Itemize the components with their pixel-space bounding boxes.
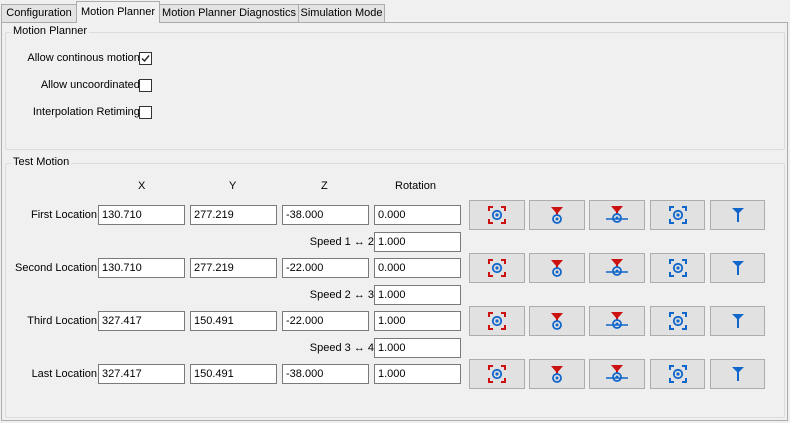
- z-field[interactable]: -22.000: [282, 311, 369, 331]
- z-field[interactable]: -22.000: [282, 258, 369, 278]
- position-tool-icon: [731, 314, 744, 328]
- move-nozzle-safe-z-red-button-third[interactable]: [589, 306, 645, 336]
- position-camera-icon: [668, 365, 687, 383]
- y-field[interactable]: 277.219: [190, 205, 277, 225]
- speed-label: Speed 2 ↔ 3: [309, 289, 374, 301]
- capture-camera-red-button-last[interactable]: [469, 359, 525, 389]
- speed-row-2-3: Speed 2 ↔ 3 1.000: [6, 285, 784, 305]
- speed-label: Speed 3 ↔ 4: [309, 342, 374, 354]
- capture-camera-icon: [488, 312, 506, 330]
- capture-camera-red-button-second[interactable]: [469, 253, 525, 283]
- move-nozzle-safe-z-red-button-first[interactable]: [589, 200, 645, 230]
- rotation-field[interactable]: 0.000: [374, 205, 461, 225]
- x-field[interactable]: 327.417: [98, 364, 185, 384]
- x-field[interactable]: 130.710: [98, 258, 185, 278]
- move-nozzle-icon: [551, 260, 563, 277]
- capture-camera-icon: [488, 259, 506, 277]
- rotation-field[interactable]: 1.000: [374, 364, 461, 384]
- x-field[interactable]: 130.710: [98, 205, 185, 225]
- position-camera-blue-button-third[interactable]: [650, 306, 705, 336]
- speed-label: Speed 1 ↔ 2: [309, 236, 374, 248]
- capture-camera-icon: [488, 365, 506, 383]
- speed-row-3-4: Speed 3 ↔ 4 1.000: [6, 338, 784, 358]
- speed-field[interactable]: 1.000: [374, 232, 461, 252]
- row-label: Second Location: [15, 262, 97, 274]
- position-camera-blue-button-first[interactable]: [650, 200, 705, 230]
- position-tool-icon: [731, 208, 744, 222]
- speed-row-1-2: Speed 1 ↔ 2 1.000: [6, 232, 784, 252]
- interpolation-retiming-label: Interpolation Retiming?: [32, 106, 146, 118]
- move-nozzle-red-button-second[interactable]: [529, 253, 585, 283]
- x-field[interactable]: 327.417: [98, 311, 185, 331]
- position-tool-icon: [731, 261, 744, 275]
- test-motion-group: Test Motion X Y Z Rotation First Locatio…: [5, 156, 785, 418]
- position-camera-icon: [668, 259, 687, 277]
- rotation-field[interactable]: 1.000: [374, 311, 461, 331]
- move-nozzle-safe-z-icon: [606, 365, 628, 382]
- speed-field[interactable]: 1.000: [374, 338, 461, 358]
- row-label: Last Location: [31, 368, 97, 380]
- capture-camera-red-button-third[interactable]: [469, 306, 525, 336]
- position-tool-blue-button-last[interactable]: [710, 359, 765, 389]
- position-tool-blue-button-second[interactable]: [710, 253, 765, 283]
- z-field[interactable]: -38.000: [282, 364, 369, 384]
- move-nozzle-red-button-first[interactable]: [529, 200, 585, 230]
- position-camera-blue-button-last[interactable]: [650, 359, 705, 389]
- move-nozzle-icon: [551, 313, 563, 330]
- motion-planner-group-title: Motion Planner: [11, 25, 89, 37]
- capture-camera-red-button-first[interactable]: [469, 200, 525, 230]
- position-tool-blue-button-third[interactable]: [710, 306, 765, 336]
- tab-motion-planner-diagnostics[interactable]: Motion Planner Diagnostics: [159, 4, 299, 22]
- column-header-rotation: Rotation: [395, 180, 436, 192]
- move-nozzle-icon: [551, 366, 563, 383]
- rotation-field[interactable]: 0.000: [374, 258, 461, 278]
- allow-uncoordinated-checkbox[interactable]: [139, 79, 152, 92]
- checkmark-icon: [141, 55, 150, 63]
- y-field[interactable]: 150.491: [190, 364, 277, 384]
- y-field[interactable]: 150.491: [190, 311, 277, 331]
- row-label: First Location: [30, 209, 97, 221]
- tab-simulation-mode[interactable]: Simulation Mode: [298, 4, 385, 22]
- column-header-z: Z: [321, 180, 328, 192]
- move-nozzle-safe-z-icon: [606, 259, 628, 276]
- tab-configuration[interactable]: Configuration: [1, 4, 77, 22]
- move-nozzle-red-button-third[interactable]: [529, 306, 585, 336]
- move-nozzle-safe-z-icon: [606, 206, 628, 223]
- move-nozzle-safe-z-red-button-second[interactable]: [589, 253, 645, 283]
- row-label: Third Location: [27, 315, 97, 327]
- speed-field[interactable]: 1.000: [374, 285, 461, 305]
- position-tool-blue-button-first[interactable]: [710, 200, 765, 230]
- test-motion-group-title: Test Motion: [11, 156, 72, 168]
- move-nozzle-safe-z-red-button-last[interactable]: [589, 359, 645, 389]
- z-field[interactable]: -38.000: [282, 205, 369, 225]
- move-nozzle-safe-z-icon: [606, 312, 628, 329]
- column-header-y: Y: [229, 180, 237, 192]
- capture-camera-icon: [488, 206, 506, 224]
- column-header-x: X: [138, 180, 146, 192]
- move-nozzle-red-button-last[interactable]: [529, 359, 585, 389]
- allow-continuous-checkbox[interactable]: [139, 52, 152, 65]
- interpolation-retiming-checkbox[interactable]: [139, 106, 152, 119]
- tab-motion-planner[interactable]: Motion Planner: [76, 1, 160, 23]
- y-field[interactable]: 277.219: [190, 258, 277, 278]
- position-camera-icon: [668, 312, 687, 330]
- motion-planner-group: Motion Planner Allow continous motion? A…: [5, 25, 785, 150]
- position-camera-blue-button-second[interactable]: [650, 253, 705, 283]
- move-nozzle-icon: [551, 207, 563, 224]
- allow-continuous-label: Allow continous motion?: [27, 52, 146, 64]
- position-camera-icon: [668, 206, 687, 224]
- allow-uncoordinated-label: Allow uncoordinated?: [40, 79, 146, 91]
- position-tool-icon: [731, 367, 744, 381]
